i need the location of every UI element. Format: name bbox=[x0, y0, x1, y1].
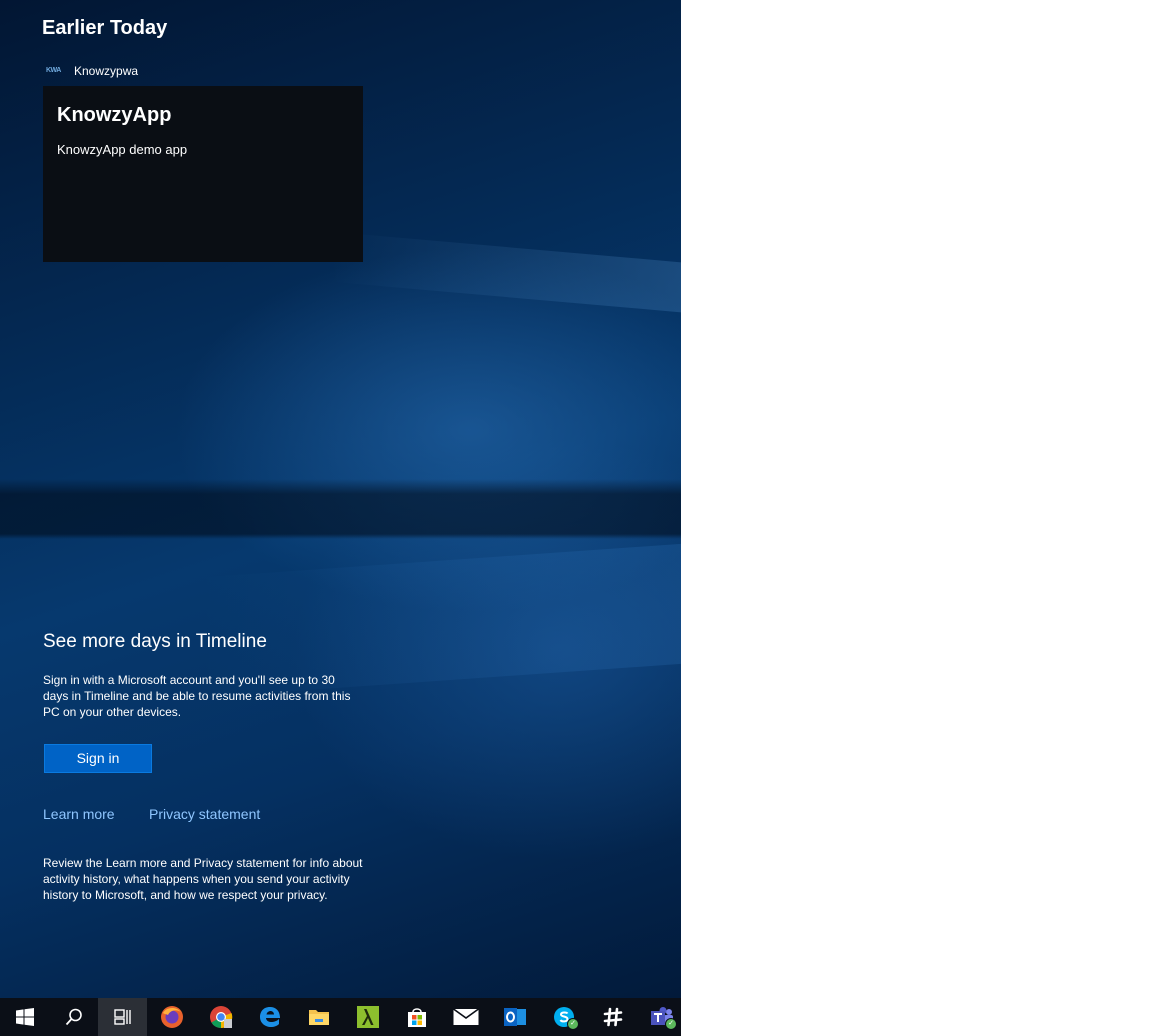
activity-card[interactable]: KnowzyApp KnowzyApp demo app bbox=[43, 86, 363, 262]
mail-icon bbox=[452, 1008, 479, 1025]
teams-button[interactable]: ✓ bbox=[637, 998, 686, 1036]
search-button[interactable] bbox=[49, 998, 98, 1036]
chrome-icon bbox=[209, 1006, 232, 1029]
outlook-button[interactable] bbox=[490, 998, 539, 1036]
store-button[interactable] bbox=[392, 998, 441, 1036]
file-explorer-button[interactable] bbox=[294, 998, 343, 1036]
folder-icon bbox=[308, 1010, 329, 1025]
wallpaper-light-beam bbox=[330, 231, 681, 319]
chrome-button[interactable] bbox=[196, 998, 245, 1036]
lambda-icon bbox=[356, 1006, 379, 1028]
slack-icon bbox=[603, 1007, 622, 1027]
activity-card-description: KnowzyApp demo app bbox=[57, 142, 188, 157]
status-badge-icon: ✓ bbox=[567, 1018, 579, 1030]
desktop-wallpaper: Earlier Today KWA Knowzypwa KnowzyApp Kn… bbox=[0, 0, 681, 998]
sign-in-button[interactable]: Sign in bbox=[44, 744, 152, 773]
store-icon bbox=[407, 1008, 426, 1027]
mail-button[interactable] bbox=[441, 998, 490, 1036]
learn-more-link[interactable]: Learn more bbox=[43, 806, 115, 822]
outlook-icon bbox=[503, 1008, 526, 1026]
edge-button[interactable] bbox=[245, 998, 294, 1036]
promo-body: Sign in with a Microsoft account and you… bbox=[43, 673, 351, 719]
privacy-note: Review the Learn more and Privacy statem… bbox=[43, 856, 363, 902]
lambda-app-button[interactable] bbox=[343, 998, 392, 1036]
section-heading: Earlier Today bbox=[42, 17, 168, 39]
slack-button[interactable] bbox=[588, 998, 637, 1036]
taskbar: ✓ ✓ bbox=[0, 998, 681, 1036]
app-logo-icon: KWA bbox=[46, 67, 61, 74]
edge-icon bbox=[259, 1007, 280, 1027]
task-view-icon bbox=[113, 1009, 131, 1025]
task-view-button[interactable] bbox=[98, 998, 147, 1036]
status-badge-icon: ✓ bbox=[665, 1018, 677, 1030]
firefox-icon bbox=[160, 1006, 183, 1028]
activity-card-title: KnowzyApp bbox=[57, 104, 172, 126]
skype-button[interactable]: ✓ bbox=[539, 998, 588, 1036]
search-icon bbox=[65, 1008, 82, 1026]
firefox-button[interactable] bbox=[147, 998, 196, 1036]
start-button[interactable] bbox=[0, 998, 49, 1036]
activity-app-header: KWA Knowzypwa bbox=[46, 62, 138, 80]
promo-heading: See more days in Timeline bbox=[43, 631, 267, 652]
privacy-statement-link[interactable]: Privacy statement bbox=[149, 806, 260, 822]
activity-app-name: Knowzypwa bbox=[74, 64, 139, 78]
windows-logo-icon bbox=[15, 1008, 34, 1026]
